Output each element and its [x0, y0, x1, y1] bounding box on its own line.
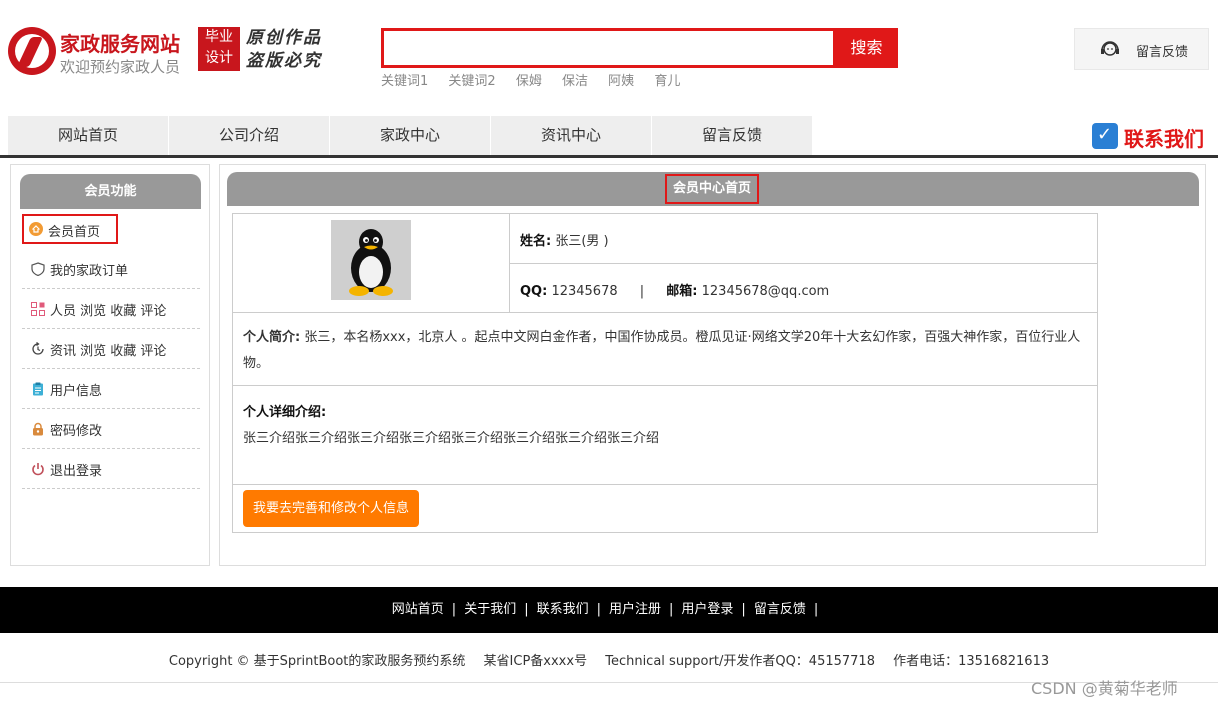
slogan: 原创作品 盗版必究 [246, 27, 322, 73]
badge-line-1: 毕业 [205, 29, 233, 45]
sidebar-item-staff-activity[interactable]: 人员 浏览 收藏 评论 [22, 289, 200, 329]
power-icon [32, 463, 44, 476]
badge-line-2: 设计 [205, 50, 233, 66]
footer-separator: | [451, 602, 457, 617]
phone-text: 作者电话：13516821613 [893, 654, 1050, 669]
footer-link-feedback[interactable]: 留言反馈 [754, 602, 806, 617]
refresh-icon [32, 342, 44, 355]
nav-item-news[interactable]: 资讯中心 [491, 116, 651, 155]
detail-value: 张三介绍张三介绍张三介绍张三介绍张三介绍张三介绍张三介绍张三介绍 [243, 431, 660, 446]
sidebar-item-label: 资讯 浏览 收藏 评论 [50, 344, 167, 359]
footer-link-login[interactable]: 用户登录 [681, 602, 733, 617]
logo-icon[interactable] [8, 27, 56, 75]
name-row: 姓名: 张三(男 ) [510, 214, 1097, 264]
nav-item-home[interactable]: 网站首页 [8, 116, 168, 155]
footer-link-contact[interactable]: 联系我们 [537, 602, 589, 617]
intro-label: 个人简介: [243, 330, 301, 345]
footer-separator: | [813, 602, 819, 617]
sidebar-item-logout[interactable]: 退出登录 [22, 449, 200, 489]
footer-separator: | [596, 602, 601, 617]
footer-link-home[interactable]: 网站首页 [392, 602, 444, 617]
email-value: 12345678@qq.com [701, 284, 830, 299]
sidebar-item-label: 我的家政订单 [50, 264, 129, 279]
sidebar-item-label: 人员 浏览 收藏 评论 [50, 304, 167, 319]
home-icon [29, 222, 43, 236]
shield-icon [31, 262, 45, 276]
site-subtitle: 欢迎预约家政人员 [60, 58, 181, 76]
footer-link-about[interactable]: 关于我们 [464, 602, 516, 617]
intro-row: 个人简介: 张三，本名杨xxx，北京人 。起点中文网白金作者，中国作协成员。橙瓜… [233, 313, 1097, 386]
avatar-cell [233, 214, 510, 313]
sidebar-item-change-password[interactable]: 密码修改 [22, 409, 200, 449]
sidebar-item-orders[interactable]: 我的家政订单 [22, 249, 200, 289]
nav-item-about[interactable]: 公司介绍 [169, 116, 329, 155]
keyword-link[interactable]: 关键词1 [381, 74, 428, 89]
lock-icon [33, 422, 43, 436]
main-panel: 会员中心首页 姓名: 张三(男 ) QQ: 12345678 | 邮箱: 123… [219, 164, 1206, 566]
sidebar-item-label: 退出登录 [50, 464, 103, 479]
email-label: 邮箱: [666, 284, 698, 299]
grid-icon [31, 302, 45, 316]
search-button[interactable]: 搜索 [835, 28, 898, 68]
slogan-line-1: 原创作品 [246, 28, 322, 48]
nav-item-feedback[interactable]: 留言反馈 [652, 116, 812, 155]
keyword-link[interactable]: 阿姨 [608, 74, 634, 89]
qq-value: 12345678 [551, 284, 618, 299]
phone-check-icon [1092, 123, 1118, 149]
footer-link-register[interactable]: 用户注册 [609, 602, 661, 617]
intro-value: 张三，本名杨xxx，北京人 。起点中文网白金作者，中国作协成员。橙瓜见证·网络文… [243, 330, 1081, 371]
keyword-link[interactable]: 保姆 [516, 74, 542, 89]
sidebar-item-user-info[interactable]: 用户信息 [22, 369, 200, 409]
watermark: CSDN @黄菊华老师 [1031, 679, 1178, 698]
footer-separator: | [741, 602, 746, 617]
nav-divider [0, 155, 1218, 158]
header: 家政服务网站 欢迎预约家政人员 毕业 设计 原创作品 盗版必究 搜索 关键词1 … [0, 0, 1218, 116]
sidebar-item-member-home[interactable]: 会员首页 [22, 214, 118, 244]
slogan-line-2: 盗版必究 [246, 51, 322, 71]
edit-profile-button[interactable]: 我要去完善和修改个人信息 [243, 490, 420, 527]
keyword-link[interactable]: 育儿 [654, 74, 680, 89]
headset-icon [1101, 41, 1119, 56]
clipboard-icon [33, 382, 43, 396]
page-title: 会员中心首页 [665, 174, 760, 204]
sidebar-item-label: 密码修改 [50, 424, 103, 439]
field-separator: | [639, 284, 645, 299]
member-info-table: 姓名: 张三(男 ) QQ: 12345678 | 邮箱: 12345678@q… [232, 213, 1098, 533]
feedback-button[interactable]: 留言反馈 [1074, 28, 1209, 70]
keyword-link[interactable]: 保洁 [562, 74, 588, 89]
feedback-label: 留言反馈 [1136, 45, 1189, 60]
contact-us-label: 联系我们 [1124, 127, 1204, 151]
sidebar-item-label: 用户信息 [50, 384, 103, 399]
keyword-link[interactable]: 关键词2 [448, 74, 495, 89]
site-title[interactable]: 家政服务网站 [60, 28, 180, 57]
main-panel-header: 会员中心首页 [227, 172, 1199, 206]
sidebar-item-label: 会员首页 [48, 225, 101, 240]
graduation-badge: 毕业 设计 [198, 27, 240, 71]
support-text: Technical support/开发作者QQ：45157718 [605, 654, 875, 669]
detail-row: 个人详细介绍: 张三介绍张三介绍张三介绍张三介绍张三介绍张三介绍张三介绍张三介绍 [233, 386, 1097, 485]
contact-row: QQ: 12345678 | 邮箱: 12345678@qq.com [510, 264, 1097, 313]
sidebar-item-news-activity[interactable]: 资讯 浏览 收藏 评论 [22, 329, 200, 369]
avatar [331, 220, 411, 300]
nav-item-housekeeping[interactable]: 家政中心 [330, 116, 490, 155]
name-value: 张三(男 ) [555, 234, 609, 249]
copyright-bar: Copyright © 基于SprintBoot的家政服务预约系统 某省ICP备… [0, 650, 1218, 669]
search-input[interactable] [381, 28, 836, 68]
qq-label: QQ: [520, 284, 548, 299]
keyword-list: 关键词1 关键词2 保姆 保洁 阿姨 育儿 [381, 70, 696, 89]
sidebar-title: 会员功能 [20, 174, 201, 209]
footer-separator: | [669, 602, 674, 617]
sidebar: 会员功能 会员首页 我的家政订单 人员 浏览 收藏 评论 资讯 浏览 收藏 评论 [10, 164, 210, 566]
detail-label: 个人详细介绍: [243, 405, 327, 420]
name-label: 姓名: [520, 234, 552, 249]
footer-links: 网站首页 | 关于我们 | 联系我们 | 用户注册 | 用户登录 | 留言反馈 | [0, 587, 1218, 633]
icp-text: 某省ICP备xxxx号 [483, 654, 588, 669]
footer-separator: | [524, 602, 529, 617]
copyright-text: Copyright © 基于SprintBoot的家政服务预约系统 [168, 654, 466, 669]
